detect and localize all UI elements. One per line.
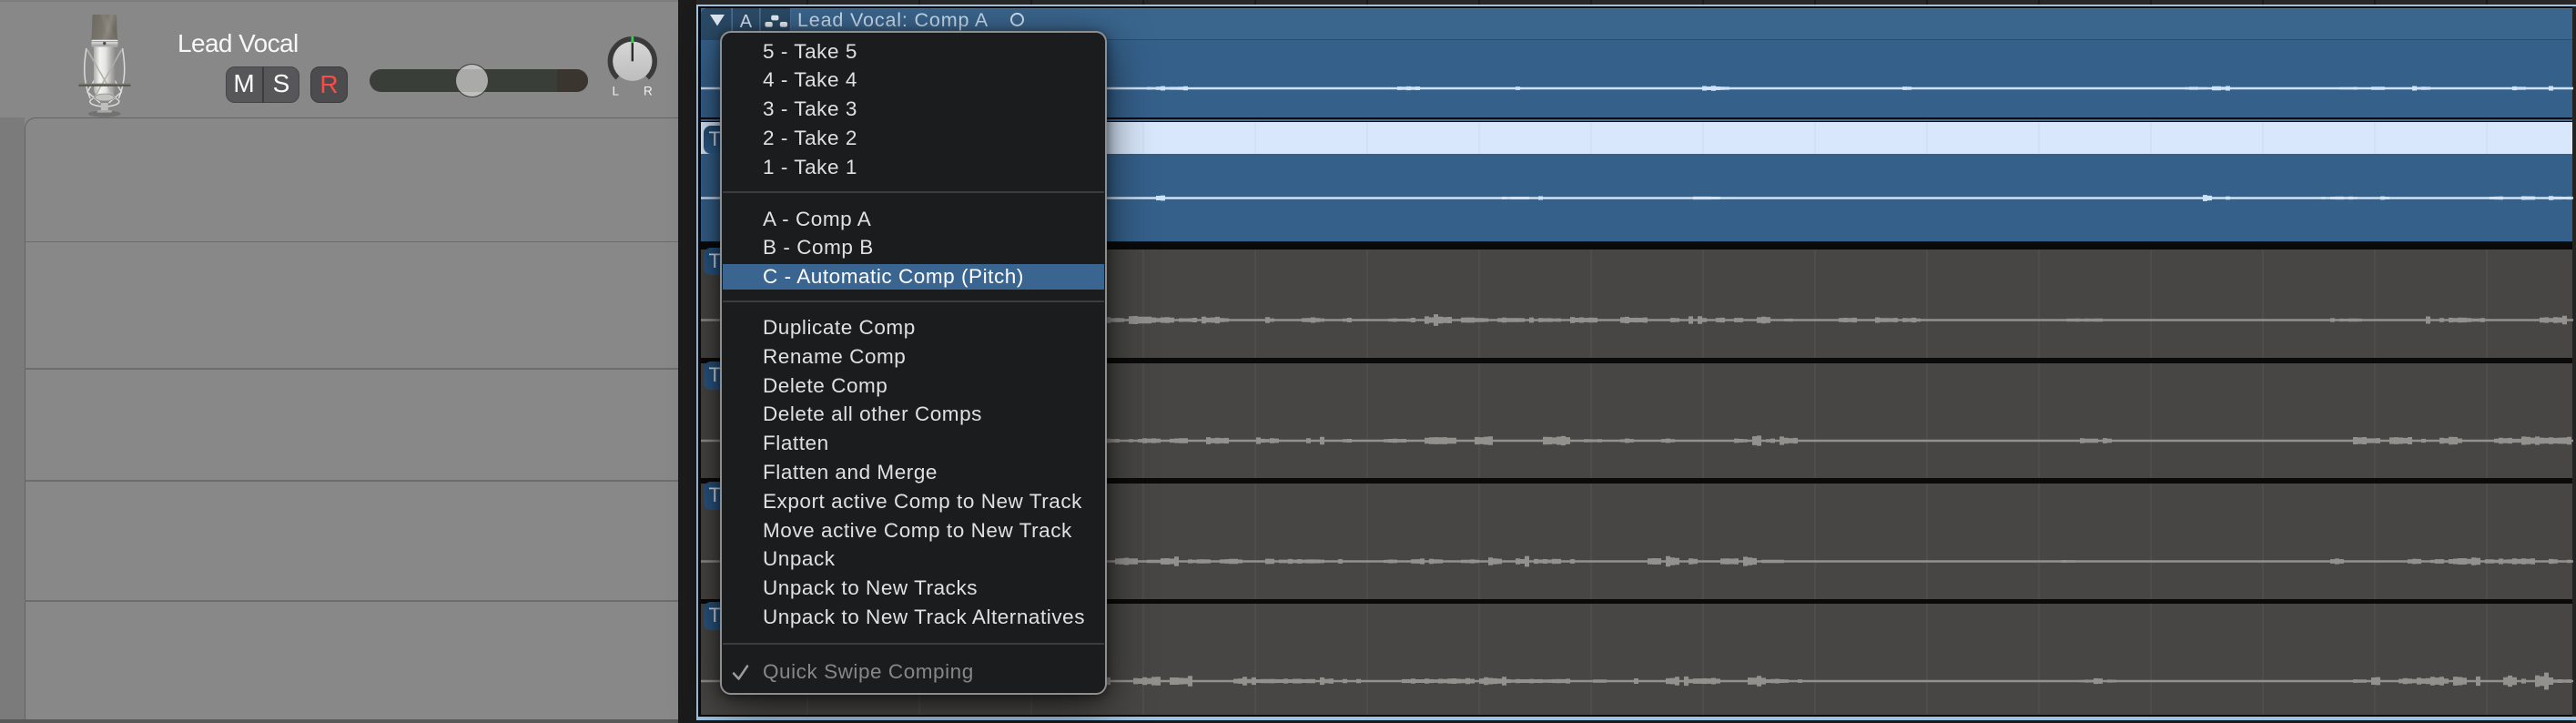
svg-text:R: R xyxy=(644,85,653,98)
svg-text:L: L xyxy=(613,85,620,98)
